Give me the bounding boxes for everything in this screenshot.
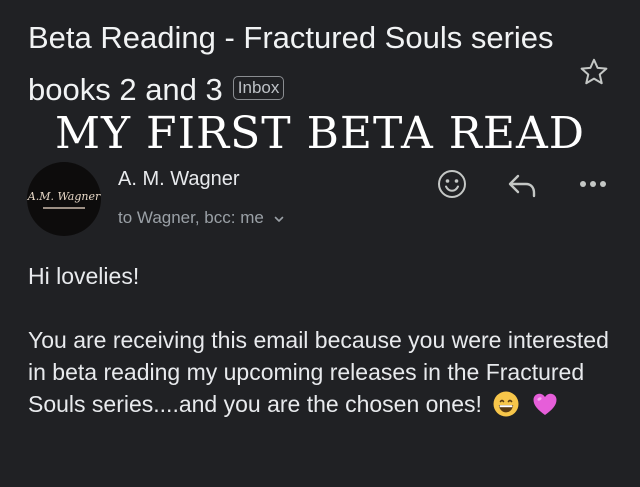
email-subject: Beta Reading - Fractured Souls series bo… [28,12,568,116]
sender-name[interactable]: A. M. Wagner [118,168,240,191]
emoji-icon[interactable] [436,168,468,200]
overlay-banner-text: MY FIRST BETA READ [54,108,586,159]
email-body-paragraph: You are receiving this email because you… [28,324,628,420]
recipients-text: to Wagner, bcc: me [118,208,264,227]
star-icon[interactable] [578,56,610,88]
inbox-label-badge[interactable]: Inbox [232,75,285,100]
chevron-down-icon [274,216,283,222]
grinning-face-emoji [493,391,519,417]
reply-icon[interactable] [506,170,540,200]
avatar-logo-rule [43,206,85,209]
sender-avatar[interactable]: A.M. Wagner [27,162,101,236]
pink-heart-emoji [533,393,557,415]
more-icon[interactable] [578,176,608,192]
email-greeting: Hi lovelies! [28,263,140,289]
avatar-logo-text: A.M. Wagner [27,189,101,203]
email-subject-text: Beta Reading - Fractured Souls series bo… [28,20,554,107]
recipients-toggle[interactable]: to Wagner, bcc: me [118,208,285,228]
email-body-text: You are receiving this email because you… [28,327,609,417]
